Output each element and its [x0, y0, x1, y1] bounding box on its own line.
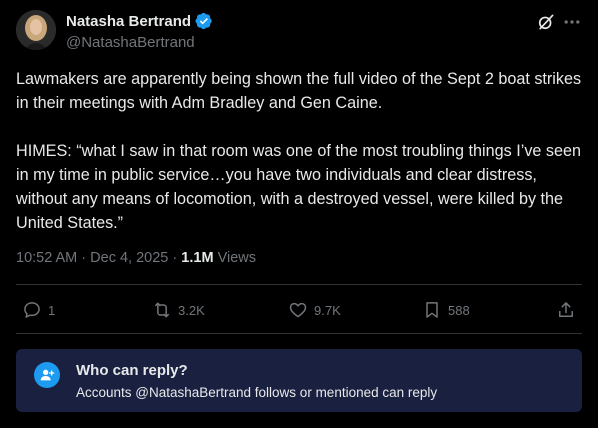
reply-count: 1: [48, 302, 56, 318]
reply-button[interactable]: 1: [22, 300, 55, 320]
action-bar: 1 3.2K 9.7K 588: [0, 300, 598, 326]
views-label: Views: [217, 250, 256, 266]
tweet-text: Lawmakers are apparently being shown the…: [16, 67, 582, 235]
like-count: 9.7K: [314, 302, 341, 318]
avatar-image: [16, 10, 56, 50]
verified-badge-icon: [195, 12, 212, 30]
reply-restriction-box: Who can reply? Accounts @NatashaBertrand…: [16, 349, 582, 412]
reply-restriction-description: Accounts @NatashaBertrand follows or men…: [76, 385, 438, 400]
tweet-paragraph: HIMES: “what I saw in that room was one …: [16, 142, 582, 232]
author-handle[interactable]: @NatashaBertrand: [66, 34, 195, 51]
meta-separator: ·: [81, 250, 87, 266]
like-icon: [289, 302, 307, 318]
reply-restriction-title: Who can reply?: [76, 362, 188, 379]
like-button[interactable]: 9.7K: [288, 300, 341, 320]
divider: [16, 284, 582, 285]
repost-button[interactable]: 3.2K: [152, 300, 205, 320]
tweet-date[interactable]: Dec 4, 2025: [90, 250, 168, 266]
bookmark-icon: [426, 302, 438, 318]
tweet-meta: 10:52 AM · Dec 4, 2025 · 1.1M Views: [16, 250, 256, 266]
tweet: Natasha Bertrand @NatashaBertrand Lawmak…: [0, 0, 598, 428]
author-display-name[interactable]: Natasha Bertrand: [66, 13, 191, 30]
author-name-row: Natasha Bertrand: [66, 12, 213, 30]
repost-icon: [155, 302, 169, 318]
repost-count: 3.2K: [178, 302, 205, 318]
reply-icon: [24, 302, 40, 318]
divider: [16, 333, 582, 334]
meta-separator: ·: [172, 250, 178, 266]
bookmark-button[interactable]: 588: [422, 300, 470, 320]
views-count[interactable]: 1.1M: [181, 250, 213, 266]
bookmark-count: 588: [448, 302, 470, 318]
more-icon[interactable]: [562, 12, 582, 32]
tweet-time[interactable]: 10:52 AM: [16, 250, 77, 266]
share-button[interactable]: [556, 300, 576, 320]
share-icon: [559, 302, 573, 317]
person-add-icon: [34, 362, 60, 388]
tweet-paragraph: Lawmakers are apparently being shown the…: [16, 70, 582, 112]
grok-icon[interactable]: [536, 12, 556, 32]
avatar[interactable]: [16, 10, 56, 50]
